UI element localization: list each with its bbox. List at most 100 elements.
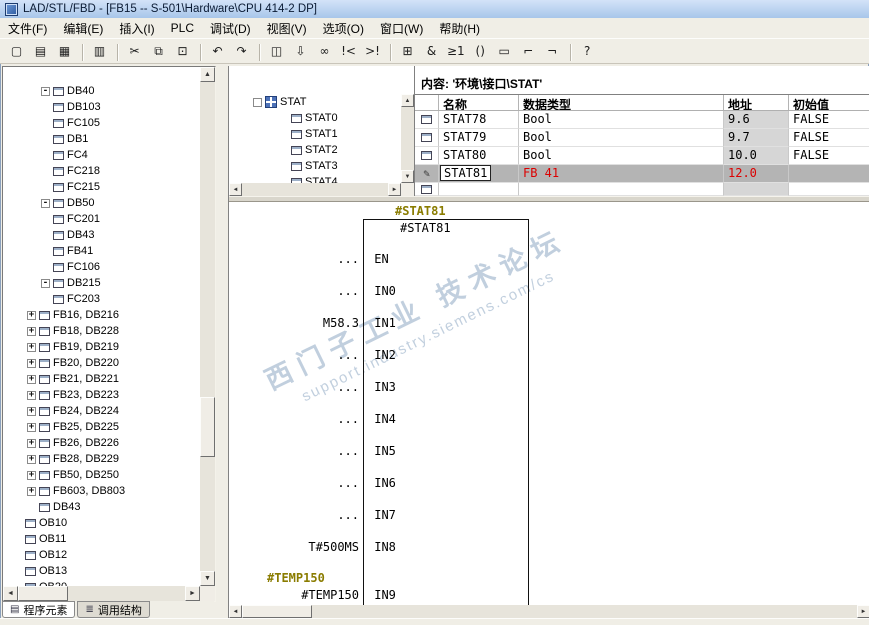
copy-button[interactable]: ⧉ [147,41,170,62]
sidebar-item[interactable]: OB10 [3,515,200,531]
menu-item[interactable]: 文件(F) [0,18,55,38]
cell-initial-value[interactable]: FALSE [789,129,869,147]
cell-name[interactable]: STAT80 [439,147,519,165]
scroll-up-icon[interactable]: ▲ [200,67,215,82]
scroll-up-icon[interactable]: ▲ [401,94,414,107]
sidebar-item[interactable]: FB25, DB225 [3,419,200,435]
sidebar-item[interactable]: FB20, DB220 [3,355,200,371]
interface-tree-hscroll[interactable]: ◄ ► [229,183,401,196]
redo-button[interactable]: ↷ [230,41,253,62]
expander-icon[interactable] [27,406,36,416]
menu-item[interactable]: 视图(V) [259,18,315,38]
table-row[interactable]: STAT80 Bool 10.0 FALSE [415,147,869,165]
next-error-button[interactable]: >! [361,41,384,62]
interface-tree-vscroll[interactable]: ▲ ▼ [401,94,414,183]
monitor-glasses-button[interactable]: ∞ [313,41,336,62]
save-button[interactable]: ▦ [53,41,76,62]
interface-tree-item[interactable]: STAT0 [229,110,401,126]
expander-icon[interactable] [41,278,50,288]
scroll-right-icon[interactable]: ► [185,586,200,601]
scroll-right-icon[interactable]: ► [857,605,869,618]
expander-icon[interactable] [41,86,50,96]
pin-operand[interactable]: T#500MS [249,540,359,554]
expander-icon[interactable] [27,374,36,384]
download-button[interactable]: ⇩ [289,41,312,62]
expander-icon[interactable] [27,454,36,464]
assign-coil-button[interactable]: () [469,41,492,62]
cell-address[interactable]: 10.0 [724,147,789,165]
new-network-button[interactable]: ⊞ [390,41,419,62]
cell-initial-value[interactable] [789,165,869,183]
sidebar-item[interactable]: OB11 [3,531,200,547]
instance-label[interactable]: #STAT81 [395,204,446,218]
sidebar-item[interactable]: DB43 [3,227,200,243]
pin-operand[interactable]: ... [249,508,359,522]
view-data-button[interactable]: ◫ [259,41,288,62]
table-row[interactable]: STAT78 Bool 9.6 FALSE [415,111,869,129]
tab-call-structure[interactable]: ≣ 调用结构 [77,601,150,618]
cell-address[interactable]: 12.0 [724,165,789,183]
menu-item[interactable]: PLC [163,18,202,38]
and-box-button[interactable]: & [420,41,443,62]
cell-initial-value[interactable]: FALSE [789,147,869,165]
sidebar-item[interactable]: FC218 [3,163,200,179]
expander-icon[interactable] [27,310,36,320]
cut-button[interactable]: ✂ [117,41,146,62]
cell-name[interactable]: STAT81 [439,165,519,183]
tree-horizontal-scrollbar[interactable]: ◄ ► [3,586,200,601]
expander-icon[interactable] [27,326,36,336]
cell-initial-value[interactable]: FALSE [789,111,869,129]
menu-item[interactable]: 编辑(E) [55,18,111,38]
cell-datatype[interactable]: Bool [519,129,724,147]
sidebar-item[interactable]: DB215 [3,275,200,291]
prev-error-button[interactable]: !< [337,41,360,62]
sidebar-item[interactable]: FC4 [3,147,200,163]
undo-button[interactable]: ↶ [200,41,229,62]
sidebar-item[interactable]: FB18, DB228 [3,323,200,339]
sidebar-item[interactable]: FC215 [3,179,200,195]
sidebar-item[interactable]: FB23, DB223 [3,387,200,403]
interface-tree-item[interactable]: STAT1 [229,126,401,142]
scroll-down-icon[interactable]: ▼ [200,571,215,586]
sidebar-item[interactable]: FB26, DB226 [3,435,200,451]
pin-operand[interactable]: ... [249,412,359,426]
sidebar-item[interactable]: OB13 [3,563,200,579]
expander-icon[interactable] [27,486,36,496]
expander-icon[interactable] [27,358,36,368]
menu-item[interactable]: 帮助(H) [431,18,488,38]
scroll-down-icon[interactable]: ▼ [401,170,414,183]
sidebar-item[interactable]: FB16, DB216 [3,307,200,323]
sidebar-item[interactable]: FB19, DB219 [3,339,200,355]
scroll-left-icon[interactable]: ◄ [229,183,242,196]
sidebar-item[interactable]: FB21, DB221 [3,371,200,387]
or-box-button[interactable]: ≥1 [444,41,468,62]
sidebar-item[interactable]: OB20 [3,579,200,586]
sidebar-item[interactable]: FB28, DB229 [3,451,200,467]
help-pointer-button[interactable]: ? [569,41,599,62]
sidebar-item[interactable]: FB603, DB803 [3,483,200,499]
cell-name[interactable]: STAT79 [439,129,519,147]
sidebar-item[interactable]: FC106 [3,259,200,275]
pin-operand[interactable]: #TEMP150 [249,588,359,602]
scrollbar-thumb[interactable] [18,586,68,601]
pin-operand[interactable]: ... [249,380,359,394]
scrollbar-thumb[interactable] [242,605,312,618]
pin-operand[interactable]: ... [249,476,359,490]
sidebar-item[interactable]: FC201 [3,211,200,227]
sidebar-item[interactable]: DB40 [3,83,200,99]
table-row[interactable]: STAT81 FB 41 12.0 [415,165,869,183]
sidebar-item[interactable]: FB24, DB224 [3,403,200,419]
expander-icon[interactable] [27,422,36,432]
tab-program-elements[interactable]: ▤ 程序元素 [2,601,76,618]
cell-datatype[interactable]: FB 41 [519,165,724,183]
cell-datatype[interactable]: Bool [519,147,724,165]
menu-item[interactable]: 选项(O) [315,18,372,38]
sidebar-item[interactable]: FB41 [3,243,200,259]
sidebar-item[interactable]: FB50, DB250 [3,467,200,483]
scroll-left-icon[interactable]: ◄ [229,605,242,618]
sidebar-item[interactable]: OB12 [3,547,200,563]
scroll-right-icon[interactable]: ► [388,183,401,196]
code-horizontal-scrollbar[interactable]: ◄ ► [229,605,869,618]
expander-icon[interactable] [27,342,36,352]
expander-icon[interactable] [41,198,50,208]
